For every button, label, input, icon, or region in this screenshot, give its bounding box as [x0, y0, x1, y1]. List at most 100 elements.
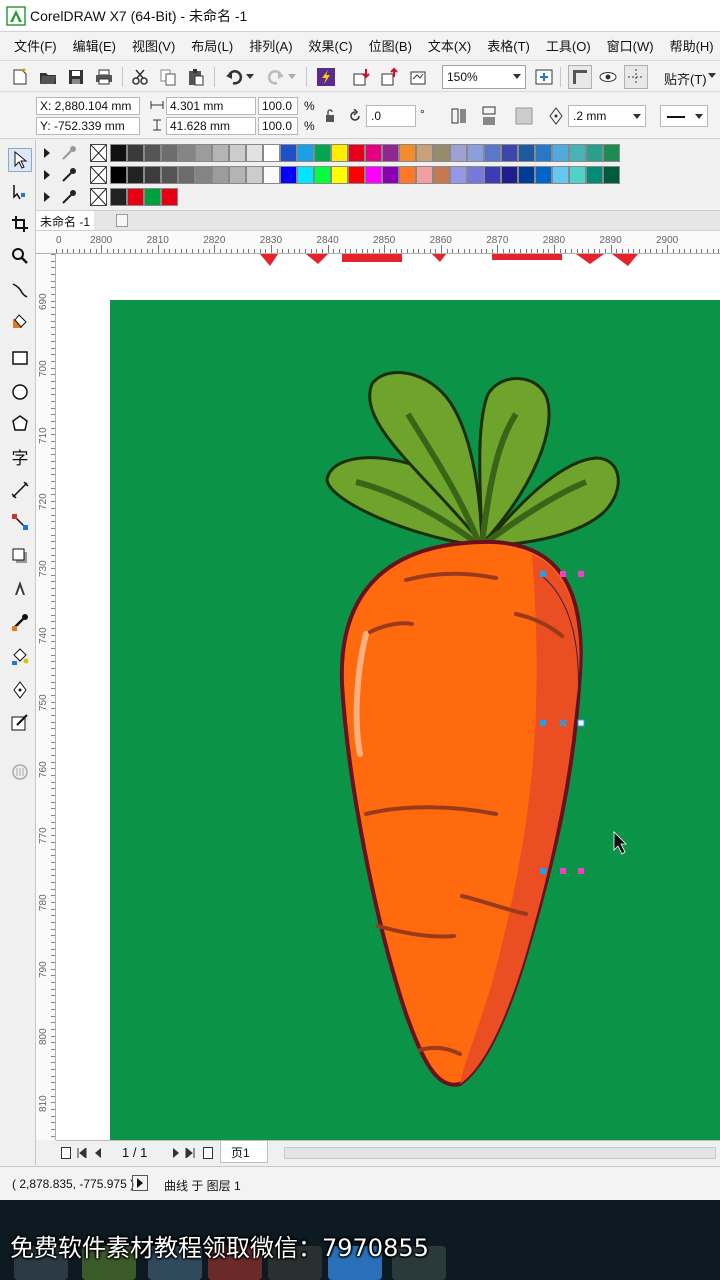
add-page-after-button[interactable] — [202, 1146, 214, 1160]
mirror-vertical-icon[interactable] — [480, 105, 498, 127]
copy-button[interactable] — [156, 65, 180, 89]
show-rulers-button[interactable] — [568, 65, 592, 89]
color-swatch[interactable] — [535, 166, 552, 184]
color-swatch[interactable] — [450, 166, 467, 184]
color-swatch[interactable] — [552, 166, 569, 184]
zoom-tool[interactable] — [8, 244, 32, 268]
view-options-button[interactable] — [596, 65, 620, 89]
menu-file[interactable]: 文件(F) — [8, 36, 63, 55]
color-swatch[interactable] — [110, 188, 127, 206]
color-swatch[interactable] — [365, 166, 382, 184]
color-swatch[interactable] — [144, 144, 161, 162]
color-swatch[interactable] — [212, 144, 229, 162]
new-document-button[interactable] — [8, 65, 32, 89]
color-swatch[interactable] — [297, 144, 314, 162]
color-swatch[interactable] — [314, 166, 331, 184]
play-arrow-icon[interactable] — [44, 148, 50, 158]
parallel-dimension-tool[interactable] — [8, 478, 32, 502]
play-arrow-icon[interactable] — [44, 192, 50, 202]
smart-drawing-tool[interactable] — [8, 710, 32, 734]
y-position-field[interactable]: Y: -752.339 mm — [36, 117, 140, 135]
outline-pen-tool[interactable] — [8, 678, 32, 702]
text-tool[interactable]: 字 — [8, 444, 32, 469]
color-swatch[interactable] — [484, 144, 501, 162]
interactive-fill-tool[interactable] — [8, 644, 32, 668]
height-field[interactable]: 41.628 mm — [166, 117, 256, 135]
x-position-field[interactable]: X: 2,880.104 mm — [36, 97, 140, 115]
menu-effects[interactable]: 效果(C) — [303, 36, 359, 55]
color-eyedropper-tool[interactable] — [8, 610, 32, 634]
color-swatch[interactable] — [229, 166, 246, 184]
previous-page-button[interactable] — [92, 1146, 104, 1160]
menu-view[interactable]: 视图(V) — [126, 36, 181, 55]
color-swatch[interactable] — [144, 188, 161, 206]
undo-dropdown[interactable] — [244, 65, 256, 89]
color-swatch[interactable] — [603, 166, 620, 184]
menu-arrange[interactable]: 排列(A) — [243, 36, 298, 55]
rotation-angle-field[interactable]: .0 — [366, 105, 416, 127]
scale-x-field[interactable]: 100.0 — [258, 97, 298, 115]
document-tab[interactable]: 未命名 -1 — [36, 211, 95, 231]
print-button[interactable] — [92, 65, 116, 89]
menu-bitmaps[interactable]: 位图(B) — [363, 36, 418, 55]
snap-to-button[interactable]: 贴齐(T) — [660, 65, 711, 89]
play-arrow-icon[interactable] — [44, 170, 50, 180]
color-swatch[interactable] — [348, 144, 365, 162]
color-swatch[interactable] — [501, 144, 518, 162]
color-swatch[interactable] — [433, 144, 450, 162]
color-swatch[interactable] — [348, 166, 365, 184]
first-page-button[interactable] — [76, 1146, 88, 1160]
color-swatch[interactable] — [127, 166, 144, 184]
color-swatch[interactable] — [365, 144, 382, 162]
color-swatch[interactable] — [501, 166, 518, 184]
color-swatch[interactable] — [280, 144, 297, 162]
polygon-tool[interactable] — [8, 412, 32, 436]
smart-fill-tool[interactable] — [8, 310, 32, 334]
control-handle[interactable] — [560, 868, 566, 874]
menu-text[interactable]: 文本(X) — [422, 36, 477, 55]
full-screen-button[interactable] — [532, 65, 556, 89]
last-page-button[interactable] — [184, 1146, 196, 1160]
color-swatch[interactable] — [518, 166, 535, 184]
no-color-swatch[interactable] — [90, 144, 107, 162]
node-handle[interactable] — [540, 868, 546, 874]
color-swatch[interactable] — [263, 144, 280, 162]
ellipse-tool[interactable] — [8, 380, 32, 404]
color-swatch[interactable] — [382, 166, 399, 184]
rectangle-tool[interactable] — [8, 346, 32, 370]
eyedropper-icon[interactable] — [60, 189, 78, 205]
convert-to-curves-icon[interactable] — [514, 105, 534, 127]
color-swatch[interactable] — [416, 166, 433, 184]
control-handle[interactable] — [578, 571, 584, 577]
color-swatch[interactable] — [229, 144, 246, 162]
outline-width-select[interactable]: .2 mm — [568, 105, 646, 127]
color-swatch[interactable] — [331, 166, 348, 184]
color-swatch[interactable] — [127, 144, 144, 162]
node-handle[interactable] — [540, 571, 546, 577]
width-field[interactable]: 4.301 mm — [166, 97, 256, 115]
undo-button[interactable] — [222, 65, 246, 89]
color-swatch[interactable] — [569, 166, 586, 184]
color-swatch[interactable] — [450, 144, 467, 162]
color-swatch[interactable] — [178, 166, 195, 184]
color-swatch[interactable] — [586, 166, 603, 184]
color-swatch[interactable] — [178, 144, 195, 162]
lock-ratio-icon[interactable] — [324, 109, 336, 123]
node-handle[interactable] — [540, 720, 546, 726]
zoom-level-select[interactable]: 150% — [442, 65, 526, 89]
cut-button[interactable] — [128, 65, 152, 89]
scale-y-field[interactable]: 100.0 — [258, 117, 298, 135]
open-button[interactable] — [36, 65, 60, 89]
horizontal-ruler[interactable]: 0 2800 2810 2820 2830 2840 2850 2860 2870 2880 28… — [36, 230, 720, 254]
color-swatch[interactable] — [161, 188, 178, 206]
color-swatch[interactable] — [144, 166, 161, 184]
color-swatch[interactable] — [212, 166, 229, 184]
drop-shadow-tool[interactable] — [8, 544, 32, 568]
status-expand-button[interactable] — [132, 1175, 148, 1191]
vertical-ruler[interactable]: 690 700 710 720 730 740 750 760 770 780 790 800 810 — [36, 254, 56, 1140]
color-swatch[interactable] — [382, 144, 399, 162]
color-swatch[interactable] — [433, 166, 450, 184]
color-swatch[interactable] — [603, 144, 620, 162]
color-swatch[interactable] — [127, 188, 144, 206]
color-swatch[interactable] — [110, 166, 127, 184]
